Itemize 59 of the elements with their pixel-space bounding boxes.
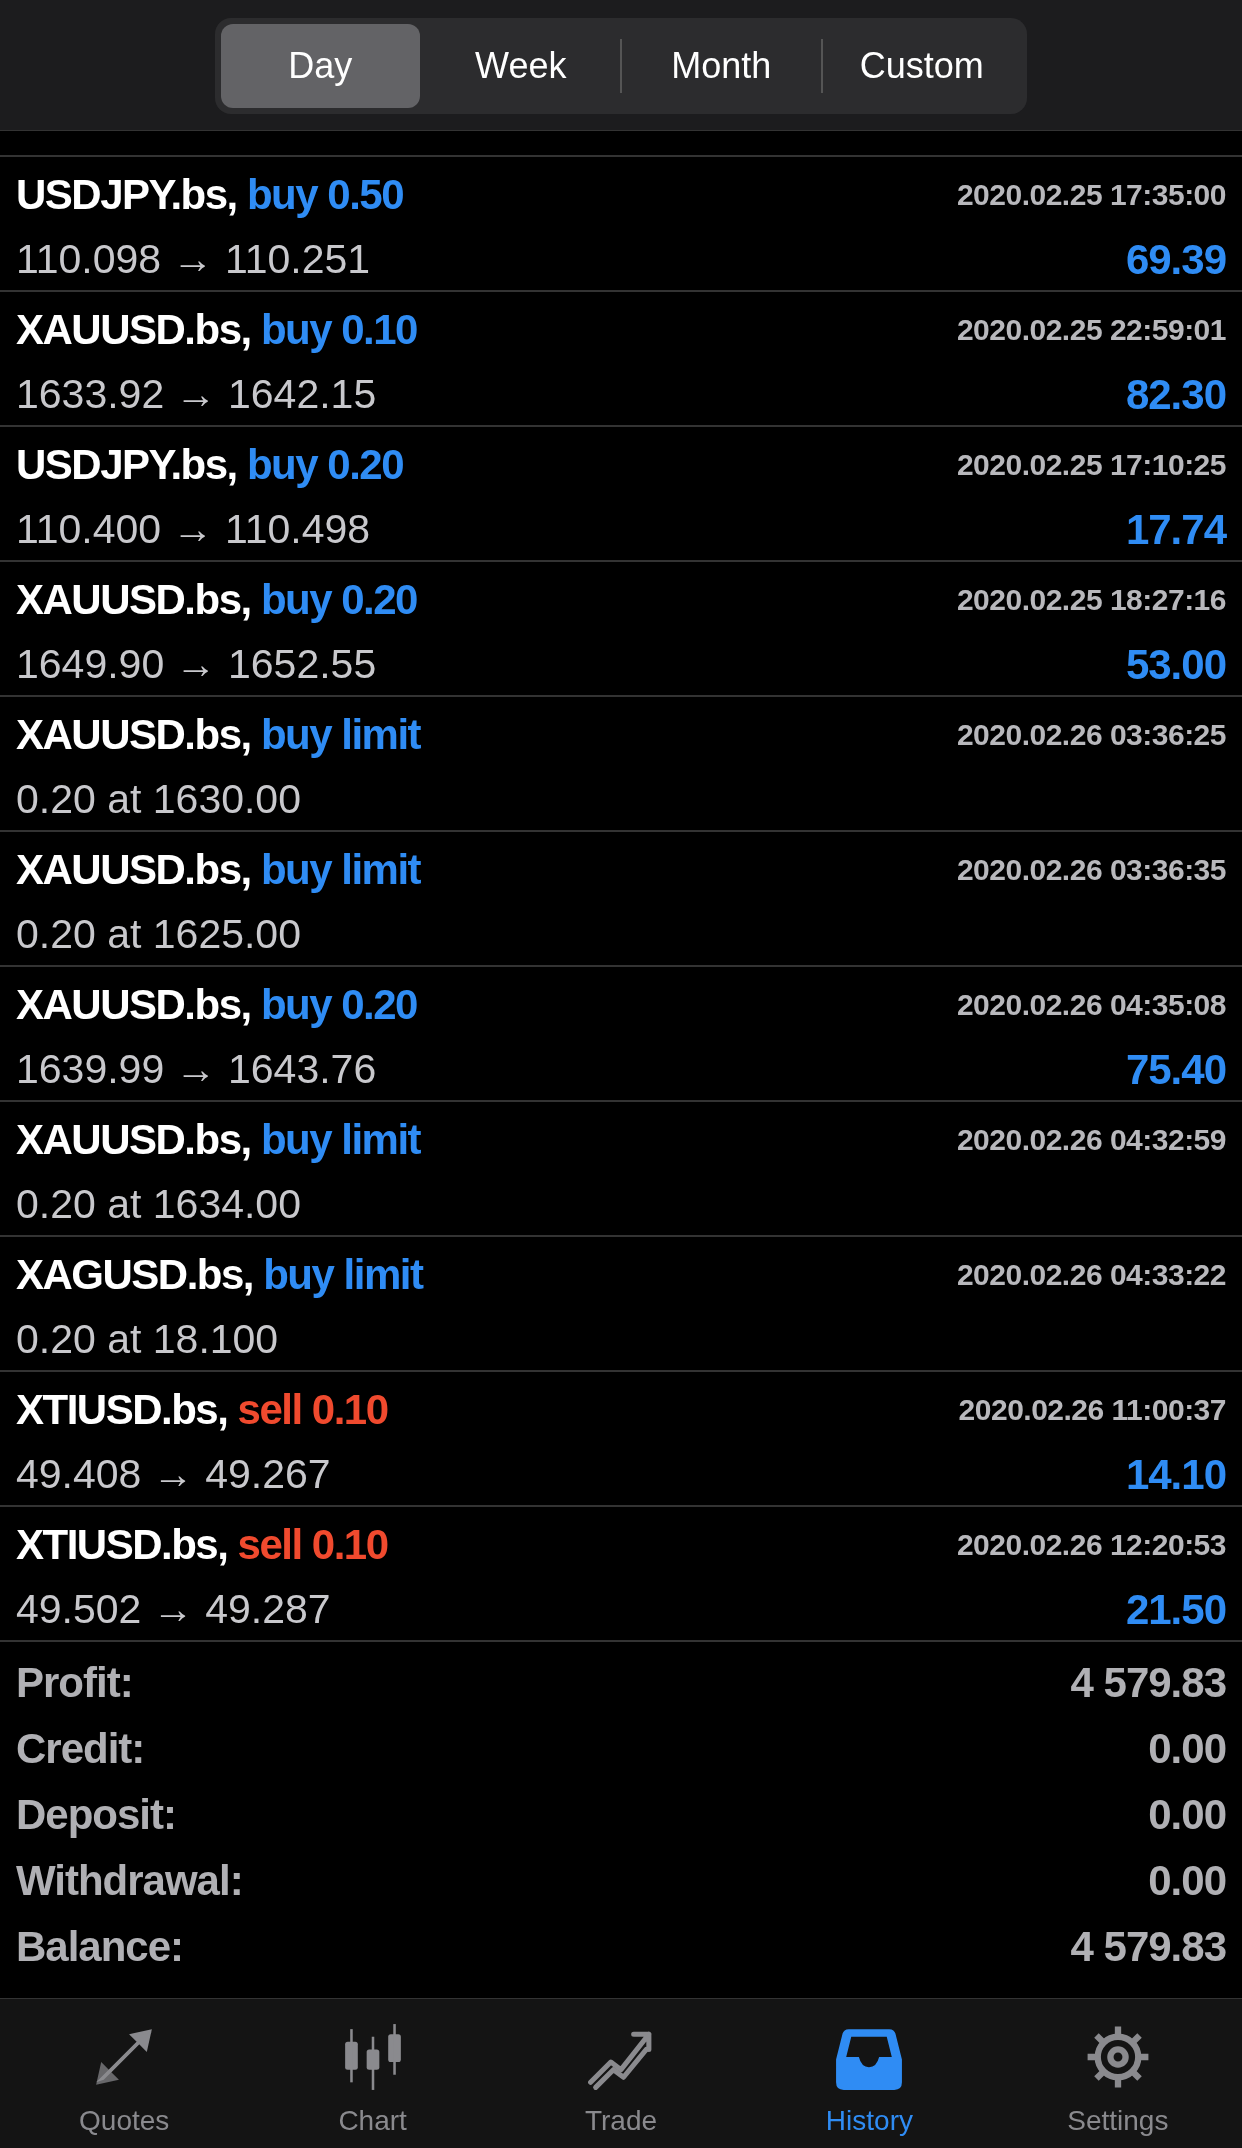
summary-label: Withdrawal: [16,1857,243,1905]
trade-profit: 82.30 [1125,370,1226,419]
trade-title: XTIUSD.bs, sell 0.10 [16,1386,388,1435]
trade-detail: 0.20 at 1630.00 [16,776,301,824]
trade-detail: 110.098 → 110.251 [16,236,371,284]
trade-time: 2020.02.25 17:35:00 [956,178,1226,213]
trade-title: XAGUSD.bs, buy limit [16,1251,423,1300]
trade-time: 2020.02.25 17:10:25 [956,448,1226,483]
trade-profit: 53.00 [1125,640,1226,689]
period-tab[interactable]: Week [421,24,620,108]
trade-detail: 1649.90 → 1652.55 [16,641,377,689]
period-tab[interactable]: Day [221,24,420,108]
summary-label: Deposit: [16,1791,176,1839]
trade-title: XAUUSD.bs, buy 0.10 [16,306,417,355]
trade-profit: 21.50 [1125,1585,1226,1634]
trade-profit: 14.10 [1125,1450,1226,1499]
trade-time: 2020.02.26 03:36:25 [956,718,1226,753]
trade-detail: 0.20 at 1634.00 [16,1181,301,1229]
trade-detail: 0.20 at 18.100 [16,1316,279,1364]
trade-title: USDJPY.bs, buy 0.20 [16,441,404,490]
trade-detail: 1633.92 → 1642.15 [16,371,377,419]
summary-value: 0.00 [1148,1857,1226,1905]
trade-profit: 17.74 [1125,505,1226,554]
summary-value: 0.00 [1148,1725,1226,1773]
trade-detail: 0.20 at 1625.00 [16,911,301,959]
trade-time: 2020.02.26 04:35:08 [956,988,1226,1023]
tab-bar-item[interactable]: Trade [496,1999,746,2148]
summary-label: Credit: [16,1725,145,1773]
trade-time: 2020.02.26 12:20:53 [956,1528,1226,1563]
trade-title: XTIUSD.bs, sell 0.10 [16,1521,388,1570]
trade-time: 2020.02.25 22:59:01 [956,313,1226,348]
trade-detail: 110.400 → 110.498 [16,506,371,554]
trade-detail: 49.502 → 49.287 [16,1586,331,1634]
summary-label: Profit: [16,1659,133,1707]
tab-bar-item[interactable]: Quotes [0,1999,249,2148]
trade-detail: 49.408 → 49.267 [16,1451,331,1499]
trade-profit: 69.39 [1125,235,1226,284]
trade-time: 2020.02.25 18:27:16 [956,583,1226,618]
trade-detail: 1639.99 → 1643.76 [16,1046,377,1094]
period-tab[interactable]: Custom [822,24,1021,108]
trade-title: XAUUSD.bs, buy 0.20 [16,576,417,625]
tab-bar-item[interactable]: Chart [248,1999,497,2148]
trade-title: XAUUSD.bs, buy limit [16,846,421,895]
trade-title: XAUUSD.bs, buy 0.20 [16,981,417,1030]
summary-label: Balance: [16,1923,184,1971]
trade-title: USDJPY.bs, buy 0.50 [16,171,404,220]
trade-time: 2020.02.26 04:33:22 [956,1258,1226,1293]
trade-title: XAUUSD.bs, buy limit [16,711,421,760]
trade-title: XAUUSD.bs, buy limit [16,1116,421,1165]
trade-time: 2020.02.26 11:00:37 [958,1393,1226,1428]
period-tab[interactable]: Month [622,24,821,108]
trade-profit: 75.40 [1125,1045,1226,1094]
tab-bar-item[interactable]: Settings [993,1999,1242,2148]
summary-value: 0.00 [1148,1791,1226,1839]
trade-time: 2020.02.26 04:32:59 [956,1123,1226,1158]
summary-value: 4 579.83 [1070,1923,1226,1971]
trade-time: 2020.02.26 03:36:35 [956,853,1226,888]
tab-bar-item[interactable]: History [745,1999,994,2148]
summary-value: 4 579.83 [1070,1659,1226,1707]
